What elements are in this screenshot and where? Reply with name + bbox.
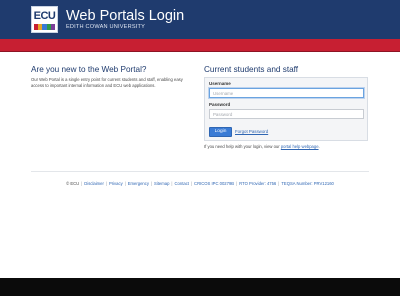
footer-divider <box>31 171 369 172</box>
footer-link-teqsa[interactable]: TEQSA Number: PRV12160 <box>281 181 334 186</box>
bottom-bar <box>0 278 400 296</box>
footer-link-disclaimer[interactable]: Disclaimer <box>84 181 104 186</box>
footer-copyright: © ECU <box>66 181 80 186</box>
username-input[interactable] <box>209 88 364 98</box>
intro-body: Our Web Portal is a single entry point f… <box>31 77 183 88</box>
footer-link-sitemap[interactable]: Sitemap <box>154 181 169 186</box>
login-section: Current students and staff Username Pass… <box>204 65 370 150</box>
username-label: Username <box>209 81 231 86</box>
password-label: Password <box>209 102 231 107</box>
login-heading: Current students and staff <box>204 65 299 74</box>
intro-heading: Are you new to the Web Portal? <box>31 65 147 74</box>
portal-help-link[interactable]: portal help webpage <box>281 144 319 149</box>
logo-stripes <box>34 24 56 30</box>
help-text-prefix: If you need help with your login, view o… <box>204 144 280 149</box>
footer-link-emergency[interactable]: Emergency <box>128 181 149 186</box>
footer-link-contact[interactable]: Contact <box>175 181 189 186</box>
site-title: Web Portals Login <box>66 8 185 24</box>
site-header: ECU Web Portals Login EDITH COWAN UNIVER… <box>0 0 400 39</box>
header-accent-band <box>0 39 400 52</box>
site-footer: © ECU | Disclaimer | Privacy | Emergency | Sitem… <box>66 181 334 186</box>
forgot-password-link[interactable]: Forgot Password <box>235 129 268 135</box>
logo-text: ECU <box>33 10 56 22</box>
intro-section: Are you new to the Web Portal? Our Web P… <box>31 65 191 89</box>
footer-link-rto[interactable]: RTO Provider: 4756 <box>239 181 276 186</box>
login-form: Username Password Login Forgot Password <box>204 77 368 141</box>
footer-link-privacy[interactable]: Privacy <box>109 181 123 186</box>
footer-link-cricos[interactable]: CRICOS IPC 00279B <box>194 181 234 186</box>
login-button[interactable]: Login <box>209 127 232 137</box>
help-text-suffix: . <box>318 144 320 149</box>
password-input[interactable] <box>209 109 364 119</box>
site-subtitle: EDITH COWAN UNIVERSITY <box>66 24 146 30</box>
logo-stripe <box>50 24 56 30</box>
help-text: If you need help with your login, view o… <box>204 144 370 150</box>
ecu-logo[interactable]: ECU <box>31 6 58 33</box>
